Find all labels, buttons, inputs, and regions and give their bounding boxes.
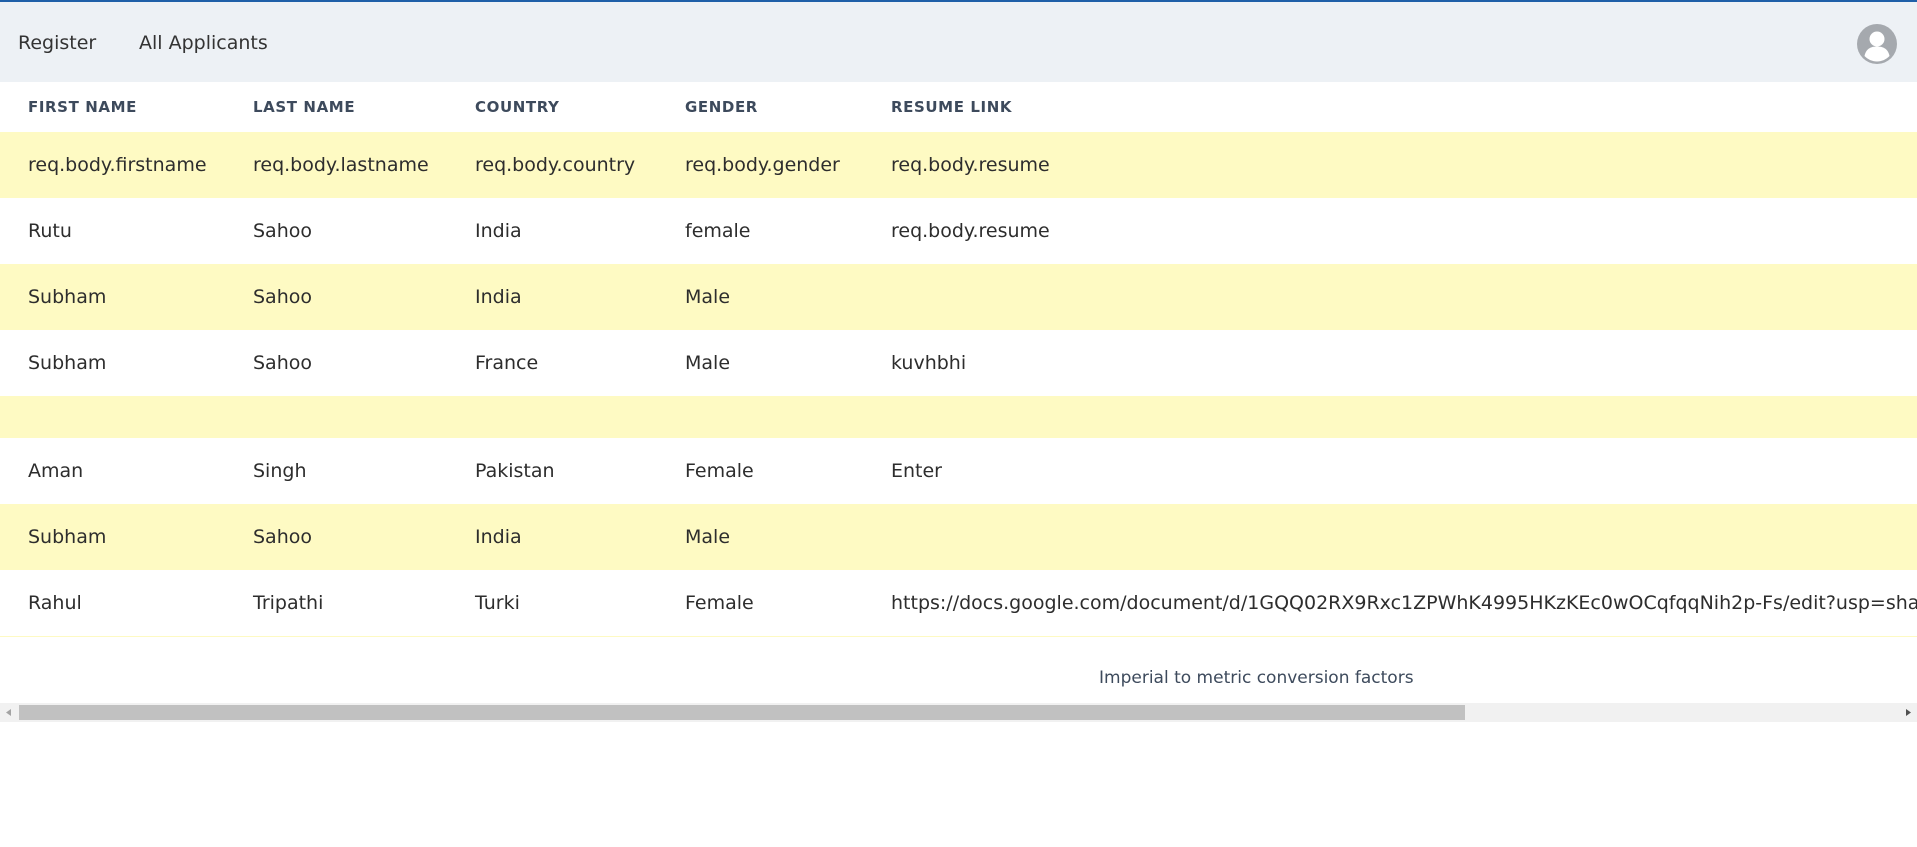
column-header-resume-link: RESUME LINK — [863, 82, 1917, 132]
table-caption: Imperial to metric conversion factors — [1099, 668, 1414, 688]
table-row: req.body.firstname req.body.lastname req… — [0, 132, 1917, 198]
gender-cell: Male — [657, 264, 863, 330]
first-name-cell: Rahul — [0, 570, 225, 636]
gender-cell: req.body.gender — [657, 132, 863, 198]
table-row: Subham Sahoo France Male kuvhbhi — [0, 330, 1917, 396]
table-row: Aman Singh Pakistan Female Enter — [0, 438, 1917, 504]
resume-link-cell — [863, 504, 1917, 570]
horizontal-scrollbar[interactable] — [0, 703, 1917, 722]
gender-cell: Male — [657, 330, 863, 396]
table-row: Rutu Sahoo India female req.body.resume — [0, 198, 1917, 264]
last-name-cell: Sahoo — [225, 264, 447, 330]
table-row-separator — [0, 636, 1917, 637]
applicants-table: FIRST NAME LAST NAME COUNTRY GENDER RESU… — [0, 82, 1917, 637]
country-cell: India — [447, 264, 657, 330]
gender-cell — [657, 396, 863, 438]
first-name-cell — [0, 396, 225, 438]
table-row: Subham Sahoo India Male — [0, 504, 1917, 570]
register-link[interactable]: Register — [18, 32, 96, 54]
all-applicants-link[interactable]: All Applicants — [139, 32, 268, 54]
resume-link-cell — [863, 264, 1917, 330]
column-header-country: COUNTRY — [447, 82, 657, 132]
first-name-cell: Subham — [0, 264, 225, 330]
country-cell: Pakistan — [447, 438, 657, 504]
resume-link-cell: kuvhbhi — [863, 330, 1917, 396]
country-cell: req.body.country — [447, 132, 657, 198]
last-name-cell: Sahoo — [225, 504, 447, 570]
gender-cell: Male — [657, 504, 863, 570]
table-row — [0, 396, 1917, 438]
last-name-cell: req.body.lastname — [225, 132, 447, 198]
scrollbar-thumb[interactable] — [19, 705, 1465, 720]
gender-cell: Female — [657, 438, 863, 504]
table-row: Subham Sahoo India Male — [0, 264, 1917, 330]
last-name-cell: Sahoo — [225, 198, 447, 264]
arrow-left-icon[interactable] — [0, 703, 18, 722]
first-name-cell: Subham — [0, 330, 225, 396]
resume-link-cell — [863, 396, 1917, 438]
last-name-cell: Sahoo — [225, 330, 447, 396]
first-name-cell: Aman — [0, 438, 225, 504]
resume-link-cell: https://docs.google.com/document/d/1GQQ0… — [863, 570, 1917, 636]
arrow-right-icon[interactable] — [1899, 703, 1917, 722]
country-cell: India — [447, 504, 657, 570]
applicants-table-container: FIRST NAME LAST NAME COUNTRY GENDER RESU… — [0, 82, 1917, 637]
first-name-cell: req.body.firstname — [0, 132, 225, 198]
table-header-row: FIRST NAME LAST NAME COUNTRY GENDER RESU… — [0, 82, 1917, 132]
first-name-cell: Rutu — [0, 198, 225, 264]
resume-link-cell: req.body.resume — [863, 198, 1917, 264]
resume-link-cell: Enter — [863, 438, 1917, 504]
first-name-cell: Subham — [0, 504, 225, 570]
resume-link-cell: req.body.resume — [863, 132, 1917, 198]
country-cell — [447, 396, 657, 438]
country-cell: Turki — [447, 570, 657, 636]
top-navbar: Register All Applicants — [0, 0, 1917, 82]
column-header-gender: GENDER — [657, 82, 863, 132]
table-row: Rahul Tripathi Turki Female https://docs… — [0, 570, 1917, 636]
country-cell: India — [447, 198, 657, 264]
gender-cell: female — [657, 198, 863, 264]
user-avatar-icon[interactable] — [1856, 23, 1898, 65]
last-name-cell: Tripathi — [225, 570, 447, 636]
last-name-cell: Singh — [225, 438, 447, 504]
gender-cell: Female — [657, 570, 863, 636]
country-cell: France — [447, 330, 657, 396]
last-name-cell — [225, 396, 447, 438]
column-header-last-name: LAST NAME — [225, 82, 447, 132]
column-header-first-name: FIRST NAME — [0, 82, 225, 132]
